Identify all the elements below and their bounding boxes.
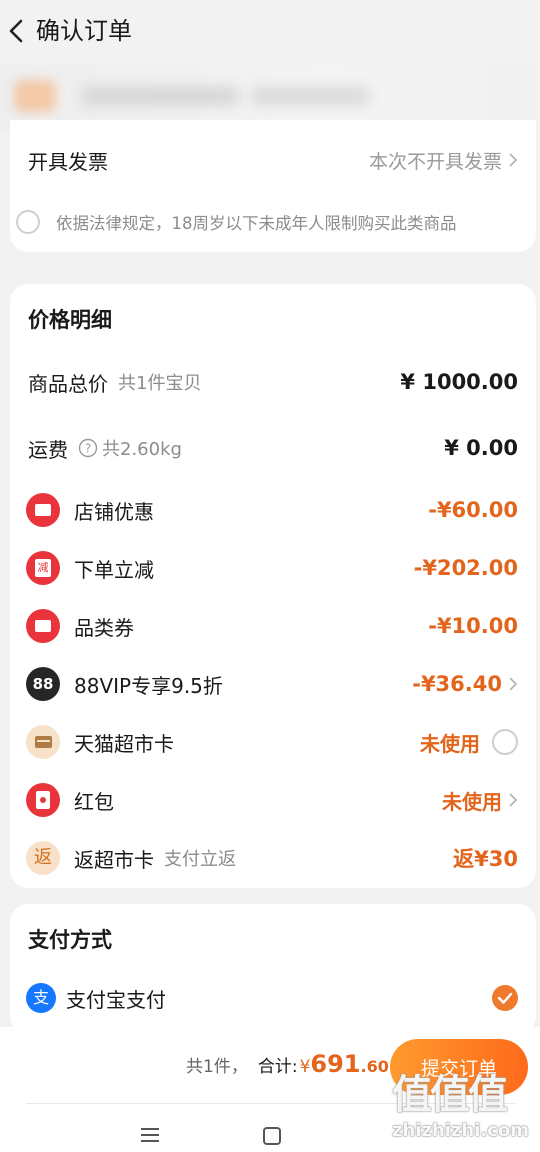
home-icon[interactable] bbox=[263, 1127, 281, 1145]
price-detail-title: 价格明细 bbox=[28, 308, 112, 332]
invoice-label: 开具发票 bbox=[28, 149, 108, 174]
market-card-radio[interactable] bbox=[492, 729, 518, 755]
invoice-row[interactable]: 开具发票 本次不开具发票 bbox=[10, 142, 536, 178]
chevron-right-icon bbox=[509, 153, 518, 167]
watermark: 值值值 zhizhizhi.com bbox=[392, 1072, 530, 1141]
total-amount-int: 691 bbox=[310, 1050, 361, 1078]
chevron-right-icon bbox=[509, 793, 518, 807]
header-bar: 确认订单 bbox=[0, 0, 540, 62]
cashback-label: 返超市卡 bbox=[74, 847, 154, 872]
discount-row: 店铺优惠 -¥60.00 bbox=[10, 492, 536, 528]
vip-discount-row[interactable]: 88 88VIP专享9.5折 -¥36.40 bbox=[10, 666, 536, 702]
ticket-icon bbox=[26, 493, 60, 527]
payment-card: 支付方式 支 支付宝支付 bbox=[10, 904, 536, 1034]
svg-text:?: ? bbox=[85, 442, 91, 456]
invoice-value: 本次不开具发票 bbox=[368, 150, 502, 173]
goods-total-label: 商品总价 bbox=[28, 371, 108, 396]
alipay-row[interactable]: 支 支付宝支付 bbox=[10, 980, 536, 1016]
question-icon[interactable]: ? bbox=[78, 438, 98, 458]
reduce-icon: 减 bbox=[26, 551, 60, 585]
discount-label: 品类券 bbox=[74, 615, 134, 640]
blurred-text bbox=[80, 86, 240, 106]
cashback-row: 返 返超市卡 支付立返 返¥30 bbox=[10, 840, 536, 876]
discount-label: 下单立减 bbox=[74, 557, 154, 582]
goods-count: 共1件宝贝 bbox=[118, 373, 202, 394]
total-amount-dec: .60 bbox=[360, 1057, 389, 1076]
total-label: 合计: bbox=[257, 1057, 298, 1077]
red-envelope-icon bbox=[26, 783, 60, 817]
red-envelope-row[interactable]: 红包 未使用 bbox=[10, 782, 536, 818]
discount-label: 店铺优惠 bbox=[74, 499, 154, 524]
red-envelope-label: 红包 bbox=[74, 789, 114, 814]
red-envelope-status: 未使用 bbox=[442, 789, 502, 814]
cashback-amount: 返¥30 bbox=[453, 847, 518, 871]
market-card-row[interactable]: 天猫超市卡 未使用 bbox=[10, 724, 536, 760]
goods-total-row: 商品总价 共1件宝贝 ¥ 1000.00 bbox=[10, 364, 536, 400]
vip-88-icon: 88 bbox=[26, 667, 60, 701]
blurred-avatar bbox=[14, 80, 56, 112]
chevron-right-icon bbox=[509, 677, 518, 691]
shipping-amount: ¥ 0.00 bbox=[444, 436, 518, 460]
item-count: 共1件， bbox=[186, 1057, 248, 1077]
shipping-weight: 共2.60kg bbox=[102, 439, 182, 460]
shipping-label: 运费 bbox=[28, 437, 68, 462]
alipay-icon: 支 bbox=[26, 983, 56, 1013]
discount-label: 88VIP专享9.5折 bbox=[74, 673, 223, 698]
back-arrow-icon[interactable] bbox=[6, 18, 28, 44]
cashback-icon: 返 bbox=[26, 841, 60, 875]
market-card-status: 未使用 bbox=[420, 731, 480, 756]
cashback-sub: 支付立返 bbox=[164, 849, 236, 870]
shipping-row: 运费 ? 共2.60kg ¥ 0.00 bbox=[10, 430, 536, 466]
discount-amount: -¥60.00 bbox=[428, 498, 518, 522]
check-icon[interactable] bbox=[492, 985, 518, 1011]
ticket-icon bbox=[26, 609, 60, 643]
age-confirm-radio[interactable] bbox=[16, 210, 40, 234]
discount-row: 品类券 -¥10.00 bbox=[10, 608, 536, 644]
age-notice-text: 依据法律规定，18周岁以下未成年人限制购买此类商品 bbox=[56, 214, 457, 233]
age-notice-row[interactable]: 依据法律规定，18周岁以下未成年人限制购买此类商品 bbox=[10, 206, 536, 238]
currency-symbol: ¥ bbox=[299, 1057, 311, 1077]
market-card-label: 天猫超市卡 bbox=[74, 731, 174, 756]
order-total: 共1件， 合计: ¥ 691 .60 bbox=[186, 1050, 389, 1078]
page-title: 确认订单 bbox=[36, 17, 132, 45]
menu-icon[interactable] bbox=[140, 1126, 160, 1144]
blurred-text bbox=[250, 86, 370, 106]
discount-row: 减 下单立减 -¥202.00 bbox=[10, 550, 536, 586]
discount-amount: -¥202.00 bbox=[413, 556, 518, 580]
price-detail-card: 价格明细 商品总价 共1件宝贝 ¥ 1000.00 运费 ? 共2.60kg ¥… bbox=[10, 284, 536, 888]
payment-title: 支付方式 bbox=[28, 928, 112, 952]
goods-total-amount: ¥ 1000.00 bbox=[400, 370, 518, 394]
card-icon bbox=[26, 725, 60, 759]
discount-amount: -¥36.40 bbox=[412, 672, 502, 696]
discount-amount: -¥10.00 bbox=[428, 614, 518, 638]
alipay-label: 支付宝支付 bbox=[66, 987, 166, 1012]
invoice-card: 开具发票 本次不开具发票 依据法律规定，18周岁以下未成年人限制购买此类商品 bbox=[10, 120, 536, 252]
